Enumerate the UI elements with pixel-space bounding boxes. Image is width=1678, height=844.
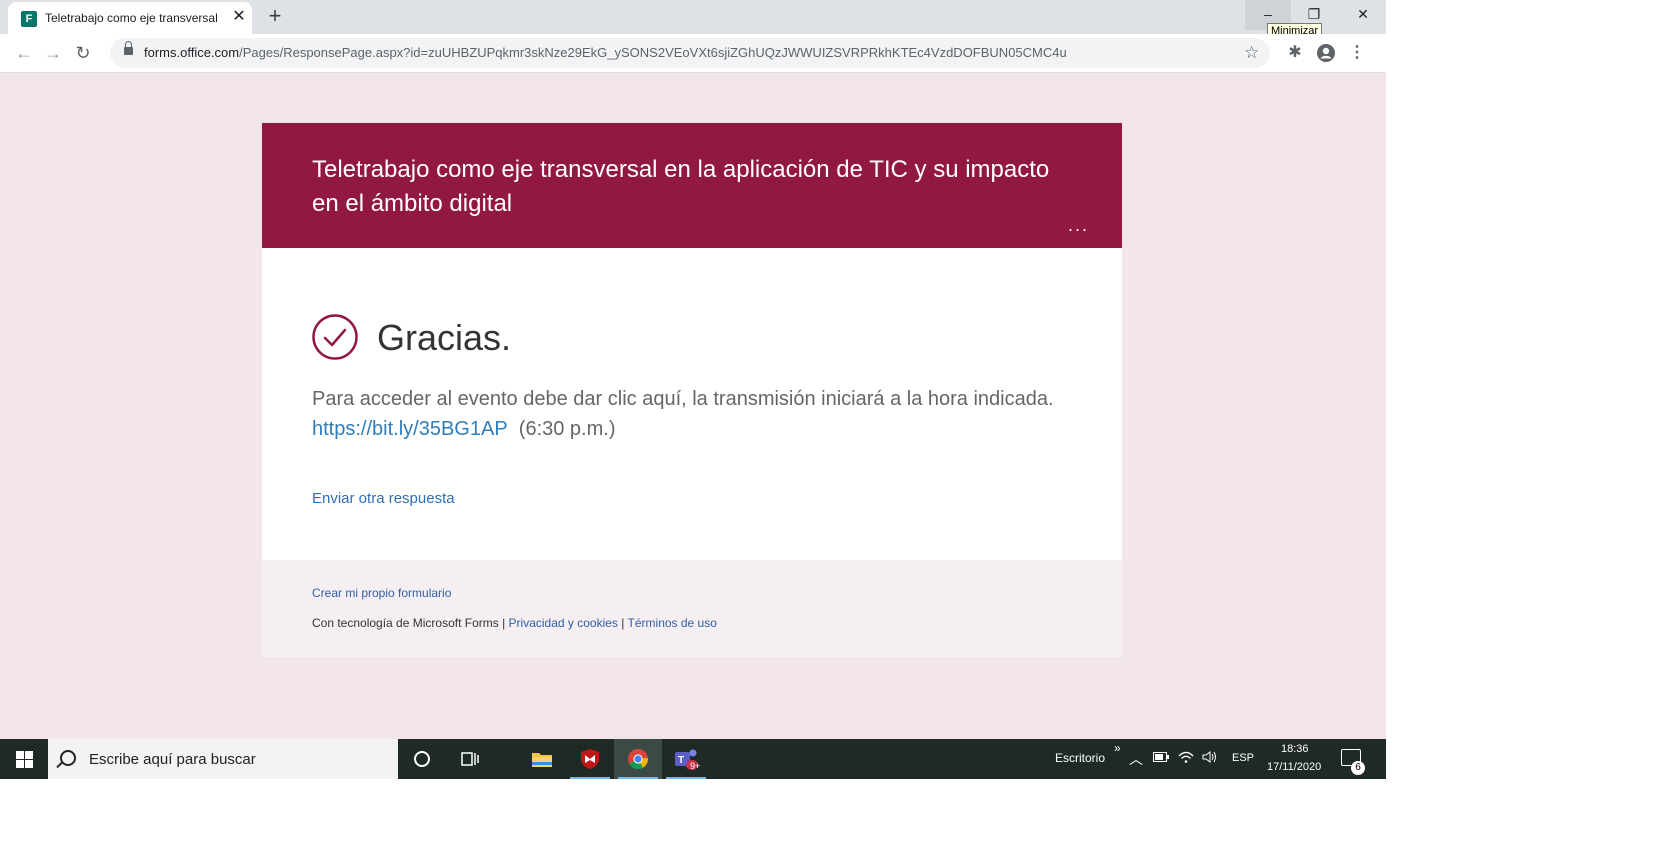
language-indicator[interactable]: ESP [1232,752,1254,764]
more-options-icon[interactable]: ... [1068,215,1089,236]
screen: F Teletrabajo como eje transversal ✕ + –… [0,0,1386,779]
extensions-puzzle-icon[interactable]: ✱ [1284,42,1306,64]
new-tab-button[interactable]: + [264,5,286,27]
url-host: forms.office.com [144,45,240,60]
lock-icon [124,41,133,55]
wifi-icon[interactable] [1178,751,1194,766]
search-icon [60,750,76,766]
chrome-icon[interactable] [614,739,662,779]
windows-taskbar: Escribe aquí para buscar T 9+ Escritorio… [0,739,1386,779]
form-footer: Crear mi propio formulario Con tecnologí… [262,560,1122,657]
browser-toolbar: ← → ↻ forms.office.com/Pages/ResponsePag… [0,34,1386,73]
notification-count: 6 [1351,761,1365,775]
event-time: (6:30 p.m.) [518,418,616,440]
event-link[interactable]: https://bit.ly/35BG1AP [312,418,508,440]
tray-expand-chevron-icon[interactable]: ︿ [1129,749,1143,769]
bookmark-star-icon[interactable]: ☆ [1244,43,1259,63]
profile-icon[interactable] [1315,42,1337,64]
browser-tab[interactable]: F Teletrabajo como eje transversal ✕ [8,2,252,34]
volume-icon[interactable] [1202,750,1218,767]
terms-link[interactable]: Términos de uso [628,616,717,630]
submit-another-link[interactable]: Enviar otra respuesta [312,490,455,507]
confirmation-message: Para acceder al evento debe dar clic aqu… [312,384,1112,444]
thanks-heading: Gracias. [377,317,512,358]
powered-by-text: Con tecnología de Microsoft Forms | [312,616,506,630]
teams-icon[interactable]: T 9+ [662,739,710,779]
taskbar-search-box[interactable]: Escribe aquí para buscar [48,739,398,779]
tab-close-icon[interactable]: ✕ [230,8,248,26]
create-form-link[interactable]: Crear mi propio formulario [312,586,451,600]
form-header: Teletrabajo como eje transversal en la a… [262,123,1122,248]
confirmation-card: Gracias. Para acceder al evento debe dar… [262,248,1122,560]
clock-time[interactable]: 18:36 [1281,743,1309,755]
form-title: Teletrabajo como eje transversal en la a… [312,156,1050,217]
file-explorer-icon[interactable] [518,739,566,779]
battery-icon[interactable] [1153,751,1169,765]
menu-kebab-icon[interactable]: ⋮ [1346,42,1368,64]
teams-badge: 9+ [690,761,701,771]
close-window-button[interactable]: ✕ [1340,0,1386,30]
task-view-icon[interactable] [446,739,494,779]
check-circle-icon [312,314,358,360]
windows-start-icon[interactable] [0,739,48,779]
mcafee-icon[interactable] [566,739,614,779]
footer-separator: | [621,616,625,630]
tab-title: Teletrabajo como eje transversal [45,11,218,25]
url-path: /Pages/ResponsePage.aspx?id=zuUHBZUPqkmr… [239,45,1067,60]
message-text: Para acceder al evento debe dar clic aqu… [312,388,1054,410]
browser-tabstrip: F Teletrabajo como eje transversal ✕ + –… [0,0,1386,39]
forward-arrow-icon[interactable]: → [42,42,64,64]
toolbar-chevron-icon[interactable]: » [1114,741,1121,755]
desktop-toolbar-label[interactable]: Escritorio [1055,751,1105,765]
forms-favicon-icon: F [21,11,37,27]
footer-legal: Con tecnología de Microsoft Forms | Priv… [312,616,717,630]
reload-icon[interactable]: ↻ [72,42,94,64]
clock-date[interactable]: 17/11/2020 [1267,761,1321,773]
taskbar-search-placeholder: Escribe aquí para buscar [89,751,256,768]
url-text[interactable]: forms.office.com/Pages/ResponsePage.aspx… [144,45,1067,60]
cortana-circle-icon[interactable] [398,739,446,779]
back-arrow-icon[interactable]: ← [13,42,35,64]
address-bar[interactable]: forms.office.com/Pages/ResponsePage.aspx… [110,38,1270,68]
svg-text:T: T [678,755,684,766]
privacy-link[interactable]: Privacidad y cookies [509,616,618,630]
